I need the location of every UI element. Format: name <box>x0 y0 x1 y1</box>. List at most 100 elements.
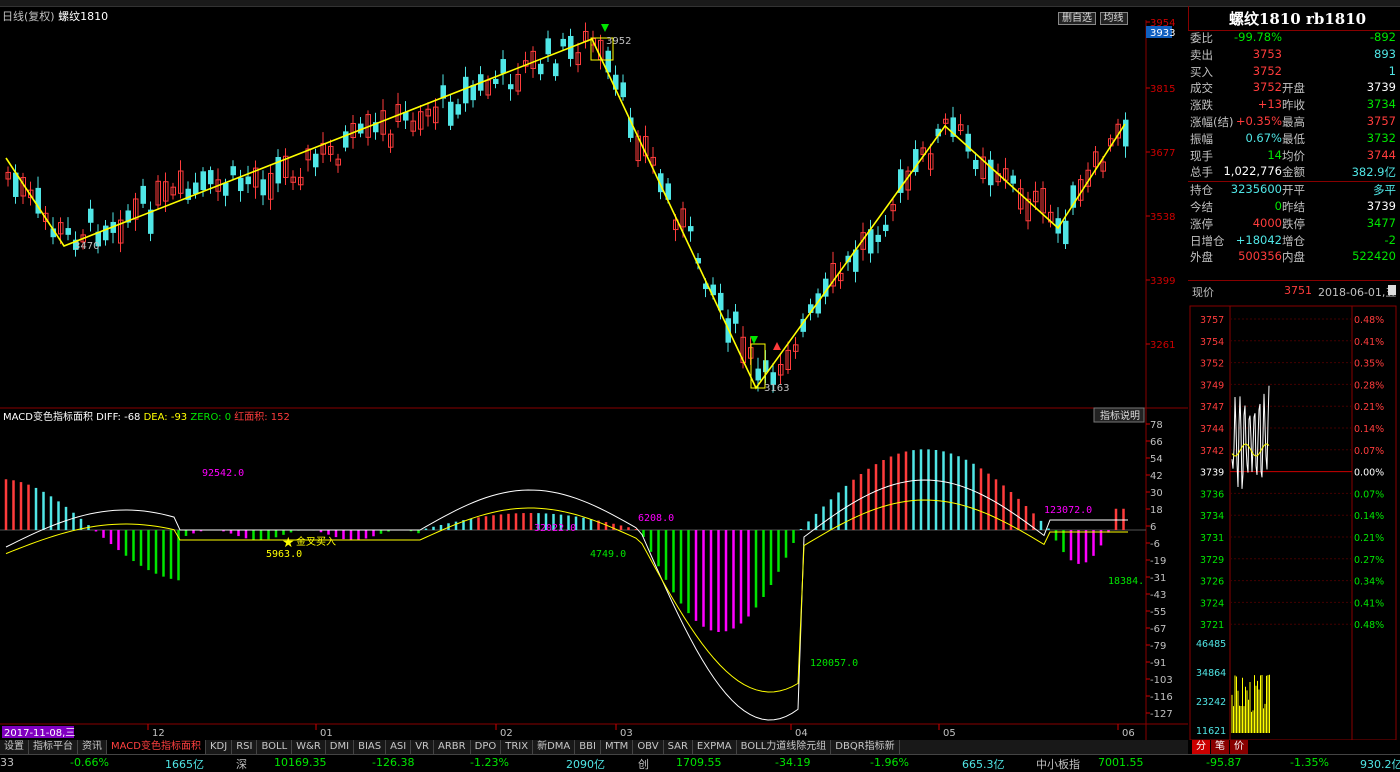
indicator-tab[interactable]: 指标平台 <box>29 740 78 754</box>
mini-pct-label: 0.35% <box>1354 359 1384 370</box>
scroll-icon[interactable] <box>1388 285 1396 295</box>
candle-body <box>493 78 499 84</box>
right-tab[interactable]: 价 <box>1230 740 1248 754</box>
month-label: 12 <box>152 728 165 739</box>
quote-row: 振幅 0.67% 最低 3732 <box>1188 131 1400 148</box>
gold-cross-star-icon: ★ <box>282 535 295 551</box>
candle-body <box>1063 220 1069 245</box>
right-tab[interactable]: 分 <box>1192 740 1210 754</box>
candle-body <box>718 292 724 311</box>
right-panel-tabs: 分笔价 <box>1192 740 1282 754</box>
quote-row: 日增仓 +18042 增仓 -2 <box>1188 233 1400 250</box>
quote-value-2: 3757 <box>1366 113 1396 128</box>
quote-value-2: 多平 <box>1373 183 1396 198</box>
indicator-tabs: 设置 指标平台 资讯 MACD变色指标面积 KDJ RSI BOLL W&R DMI BIAS AS… <box>0 740 1188 754</box>
mini-price-label: 3736 <box>1200 489 1224 500</box>
quote-row: 卖出 3753 893 <box>1188 47 1400 64</box>
mini-date: 2018-06-01,五 <box>1318 286 1397 299</box>
status-item: 10169.35 <box>274 756 327 769</box>
candle-body <box>455 104 461 115</box>
quote-value: +0.35% <box>1235 113 1282 128</box>
indicator-tab[interactable]: MACD变色指标面积 <box>107 740 206 754</box>
quote-label: 涨跌 <box>1190 98 1213 113</box>
status-item: -95.87 <box>1206 756 1242 769</box>
mini-pct-label: 0.28% <box>1354 380 1384 391</box>
price-tick-label: 3677 <box>1150 148 1175 159</box>
indicator-tab[interactable]: 设置 <box>0 740 29 754</box>
candle-body <box>463 76 469 104</box>
indicator-tab[interactable]: ARBR <box>434 740 471 754</box>
quote-label: 振幅 <box>1190 131 1213 146</box>
candle-body <box>313 153 319 168</box>
status-item: -34.19 <box>775 756 811 769</box>
quote-row: 买入 3752 1 <box>1188 64 1400 81</box>
ma-toggle-button[interactable]: 均线 <box>1099 12 1128 25</box>
right-tab[interactable]: 笔 <box>1211 740 1229 754</box>
mini-price-label: 3721 <box>1200 620 1224 631</box>
indicator-tab[interactable]: W&R <box>292 740 326 754</box>
macd-title: MACD变色指标面积 DIFF: -68 DEA: -93 ZERO: 0 红面… <box>3 410 290 423</box>
quote-label-2: 跌停 <box>1282 216 1305 231</box>
candle-body <box>208 170 214 185</box>
quote-value-2: 1 <box>1388 63 1396 78</box>
quote-label-2: 开盘 <box>1282 81 1305 96</box>
quote-value-2: 3477 <box>1366 215 1396 230</box>
quote-value: 3752 <box>1252 63 1282 78</box>
indicator-tab[interactable]: BBI <box>575 740 601 754</box>
quote-label: 涨幅(结) <box>1190 114 1234 129</box>
quote-value: 1,022,776 <box>1223 164 1282 179</box>
indicator-tab[interactable]: DPO <box>471 740 502 754</box>
delete-favorite-button[interactable]: 删自选 <box>1058 12 1096 25</box>
macd-tick-label: -79 <box>1150 641 1166 652</box>
price-tick-label: 3815 <box>1150 84 1175 95</box>
quote-value-2: -2 <box>1384 232 1396 247</box>
macd-tick-label: -91 <box>1150 658 1166 669</box>
quote-label-2: 最高 <box>1282 114 1305 129</box>
indicator-tab[interactable]: SAR <box>664 740 693 754</box>
indicator-tab[interactable]: DBQR指标新 <box>831 740 900 754</box>
mini-price-label: 3726 <box>1200 577 1224 588</box>
status-item: -126.38 <box>372 756 415 769</box>
mini-pct-label: 0.14% <box>1354 511 1384 522</box>
indicator-tab[interactable]: TRIX <box>501 740 534 754</box>
status-item: 1709.55 <box>676 756 722 769</box>
macd-tick-label: 42 <box>1150 471 1163 482</box>
indicator-tab[interactable]: VR <box>411 740 435 754</box>
candle-body <box>260 179 266 196</box>
mini-price-label: 3729 <box>1200 555 1224 566</box>
price-tick-label: 3933 <box>1150 28 1175 39</box>
price-tick-label: 3538 <box>1150 212 1175 223</box>
indicator-tab[interactable]: BOLL <box>257 740 293 754</box>
candle-body <box>868 229 874 254</box>
indicator-tab[interactable]: MTM <box>601 740 634 754</box>
mini-pct-label: 0.41% <box>1354 598 1384 609</box>
candle-body <box>755 368 761 381</box>
indicator-tab[interactable]: RSI <box>232 740 258 754</box>
market-status-bar: 33 -0.66% 1665亿深 10169.35 -126.38 -1.23% 2090亿… <box>0 754 1400 771</box>
mini-pct-label: 0.07% <box>1354 489 1384 500</box>
quote-label: 涨停 <box>1190 216 1213 231</box>
indicator-tab[interactable]: EXPMA <box>693 740 737 754</box>
quote-row: 现手 14 均价 3744 <box>1188 148 1400 165</box>
mini-price-label: 3742 <box>1200 446 1224 457</box>
indicator-tab[interactable]: BOLL力道线除元组 <box>737 740 832 754</box>
macd-tick-label: -67 <box>1150 624 1166 635</box>
indicator-tab[interactable]: KDJ <box>206 740 233 754</box>
candle-body <box>200 171 206 191</box>
price-tick-label: 3261 <box>1150 340 1175 351</box>
macd-tick-label: 30 <box>1150 488 1163 499</box>
candle-body <box>973 159 979 170</box>
indicator-tab[interactable]: 资讯 <box>78 740 107 754</box>
indicator-tab[interactable]: OBV <box>633 740 664 754</box>
gold-cross-label: 金叉买入 <box>296 535 336 548</box>
indicator-tab[interactable]: BIAS <box>354 740 387 754</box>
macd-tick-label: 54 <box>1150 454 1163 465</box>
indicator-tab[interactable]: DMI <box>326 740 355 754</box>
quote-row: 涨跌 +13 昨收 3734 <box>1188 97 1400 114</box>
macd-tick-label: -43 <box>1150 590 1166 601</box>
month-label: 04 <box>795 728 808 739</box>
indicator-tab[interactable]: 新DMA <box>533 740 576 754</box>
candle-body <box>470 84 476 101</box>
left-low-label: 3470 <box>74 241 99 252</box>
indicator-tab[interactable]: ASI <box>386 740 412 754</box>
